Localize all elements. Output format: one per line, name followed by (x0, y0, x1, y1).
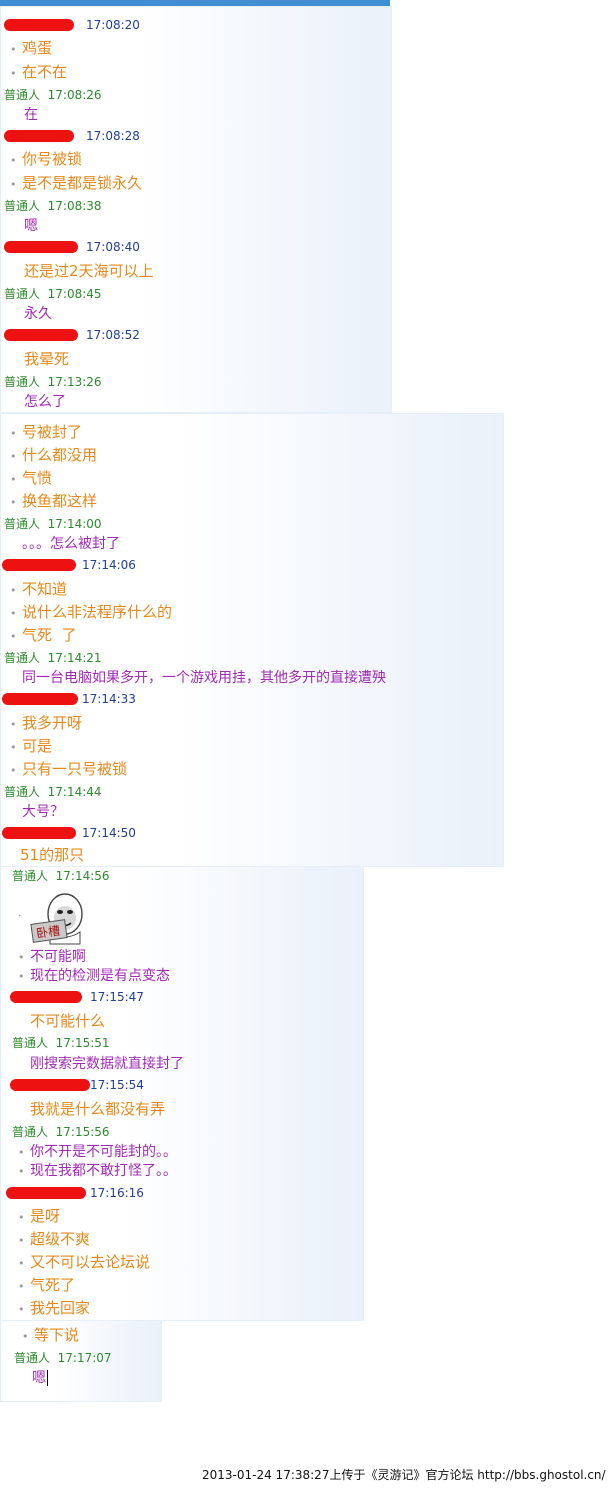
message-header: 普通人 17:17:07 (14, 1351, 112, 1365)
message-header: 17:08:28 (4, 128, 144, 144)
message-line: 。。。怎么被封了 (22, 536, 120, 552)
message-line: • 换鱼都这样 (10, 492, 98, 510)
message-line: • 等下说 (22, 1326, 80, 1344)
message-line: • 超级不爽 (18, 1230, 91, 1248)
message-header: 17:14:33 (2, 691, 142, 707)
message-line: • 我先回家 (18, 1299, 91, 1317)
message-line: 不可能什么 (30, 1012, 106, 1030)
message-input[interactable]: 嗯 (32, 1367, 48, 1389)
redacted-username (6, 1187, 86, 1199)
text-caret (47, 1370, 48, 1386)
message-line: 我就是什么都没有弄 (30, 1100, 166, 1118)
message-header: 普通人 17:14:00 (4, 517, 102, 531)
message-header: 普通人 17:08:45 (4, 287, 102, 301)
message-line: • 气愤 (10, 469, 53, 487)
redacted-username (4, 241, 78, 253)
message-line: 还是过2天海可以上 (24, 262, 154, 280)
message-line: • 在不在 (10, 63, 68, 81)
message-line: • 现在的检测是有点变态 (18, 968, 170, 984)
upload-footer: 2013-01-24 17:38:27上传于《灵游记》官方论坛 http://b… (202, 1468, 606, 1482)
meme-sticker-icon: 卧槽 (30, 893, 83, 945)
message-line: 嗯 (24, 218, 38, 234)
redacted-username (4, 329, 78, 341)
redacted-username (2, 827, 76, 839)
message-line: • 不知道 (10, 580, 68, 598)
message-line: • 现在我都不敢打怪了。。 (18, 1163, 177, 1179)
message-header: 17:15:47 (10, 989, 150, 1005)
message-line: • 说什么非法程序什么的 (10, 603, 173, 621)
message-header: 17:14:06 (2, 557, 142, 573)
message-header: 17:16:16 (6, 1185, 146, 1201)
message-line: • 鸡蛋 (10, 39, 53, 57)
redacted-username (10, 991, 82, 1003)
message-line: • 什么都没用 (10, 446, 98, 464)
message-header: 普通人 17:08:38 (4, 199, 102, 213)
redacted-username (4, 130, 74, 142)
message-line: 51的那只 (20, 846, 85, 864)
message-line: 同一台电脑如果多开，一个游戏用挂，其他多开的直接遭殃 (22, 670, 386, 686)
message-header: 17:14:50 (2, 825, 142, 841)
message-line: · (18, 909, 22, 922)
message-line: 永久 (24, 306, 52, 322)
message-header: 普通人 17:14:44 (4, 785, 102, 799)
redacted-username (10, 1079, 90, 1091)
message-line: • 是不是都是锁永久 (10, 174, 143, 192)
message-header: 普通人 17:15:51 (12, 1036, 110, 1050)
message-header: 普通人 17:13:26 (4, 375, 102, 389)
redacted-username (2, 559, 76, 571)
message-line: • 又不可以去论坛说 (18, 1253, 151, 1271)
message-line: • 我多开呀 (10, 714, 83, 732)
redacted-username (2, 693, 78, 705)
message-header: 普通人 17:14:21 (4, 651, 102, 665)
message-header: 普通人 17:08:26 (4, 88, 102, 102)
message-header: 17:15:54 (10, 1077, 150, 1093)
message-line: • 是呀 (18, 1207, 61, 1225)
message-line: • 气死了 (18, 1276, 76, 1294)
message-header: 普通人 17:15:56 (12, 1125, 110, 1139)
message-header: 17:08:40 (4, 239, 144, 255)
message-line: • 可是 (10, 737, 53, 755)
message-line: • 只有一只号被锁 (10, 760, 128, 778)
message-line: • 号被封了 (10, 423, 83, 441)
redacted-username (4, 19, 74, 31)
message-header: 普通人 17:14:56 (12, 869, 110, 883)
message-header: 17:08:52 (4, 327, 144, 343)
message-line: 大号？ (22, 804, 64, 820)
message-line: 我晕死 (24, 350, 70, 368)
message-line: • 气死 了 (10, 626, 77, 644)
message-line: 刚搜索完数据就直接封了 (30, 1056, 184, 1072)
message-line: 在 (24, 107, 38, 123)
message-line: • 你号被锁 (10, 150, 83, 168)
message-line: 怎么了 (24, 394, 66, 410)
